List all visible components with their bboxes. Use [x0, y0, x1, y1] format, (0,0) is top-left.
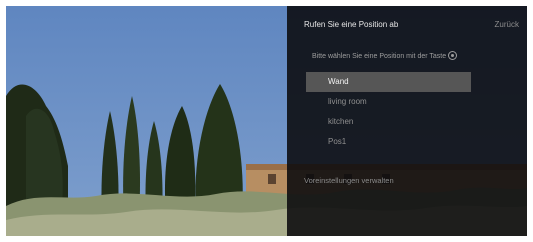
instruction-text: Bitte wählen Sie eine Position mit der T…	[312, 51, 458, 60]
tv-screen: Rufen Sie eine Position ab Zurück Bitte …	[6, 6, 527, 236]
position-item-wand[interactable]: Wand	[306, 72, 471, 92]
back-button[interactable]: Zurück	[495, 20, 519, 29]
ok-key-icon	[448, 51, 458, 60]
instruction-label: Bitte wählen Sie eine Position mit der T…	[312, 53, 447, 60]
manage-presets-link[interactable]: Voreinstellungen verwalten	[304, 176, 394, 185]
position-item-living-room[interactable]: living room	[306, 92, 471, 112]
dialog-title: Rufen Sie eine Position ab	[304, 20, 399, 29]
tv-frame: Rufen Sie eine Position ab Zurück Bitte …	[0, 0, 533, 242]
position-item-kitchen[interactable]: kitchen	[306, 112, 471, 132]
position-item-pos1[interactable]: Pos1	[306, 132, 471, 152]
recall-position-dialog: Rufen Sie eine Position ab Zurück Bitte …	[287, 6, 527, 236]
position-list: Wand living room kitchen Pos1	[306, 72, 471, 152]
